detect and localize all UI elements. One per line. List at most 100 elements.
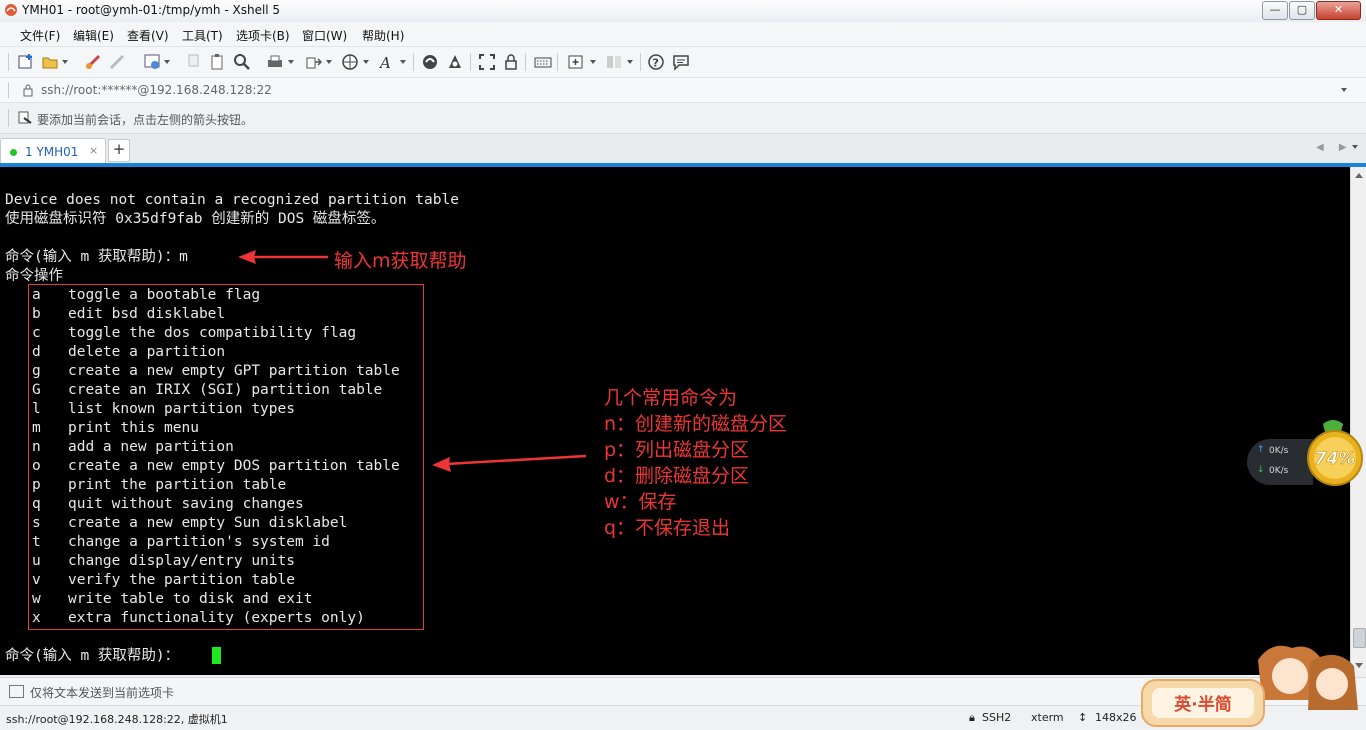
menu-tools[interactable]: 工具(T) — [182, 27, 223, 44]
open-folder-icon[interactable] — [41, 53, 59, 71]
menu-help[interactable]: 帮助(H) — [362, 27, 404, 44]
connect-icon[interactable] — [84, 53, 102, 71]
font-icon[interactable]: A — [378, 53, 396, 71]
transfer-icon[interactable] — [305, 53, 323, 71]
common-arrowhead — [432, 457, 451, 472]
globe-icon[interactable] — [341, 53, 359, 71]
toolbar-separator — [470, 53, 471, 71]
add-tab-button[interactable]: + — [108, 139, 130, 162]
keyboard-icon[interactable] — [534, 53, 552, 71]
xmanager-icon[interactable] — [446, 53, 464, 71]
usage-percent: 74% — [1315, 449, 1356, 469]
disconnect-icon[interactable] — [108, 53, 126, 71]
svg-text:?: ? — [653, 57, 659, 70]
command-option-description: change a partition's system id — [68, 534, 330, 550]
help-arrowhead — [238, 250, 256, 264]
chevron-down-icon[interactable] — [627, 60, 633, 64]
tab-close-icon[interactable]: × — [89, 144, 98, 157]
command-option-description: toggle a bootable flag — [68, 287, 261, 303]
chevron-down-icon[interactable] — [363, 60, 369, 64]
menu-view[interactable]: 查看(V) — [127, 27, 169, 44]
toolbar-separator — [640, 53, 641, 71]
chevron-down-icon[interactable] — [288, 60, 294, 64]
fullscreen-icon[interactable] — [478, 53, 496, 71]
chevron-down-icon[interactable] — [400, 60, 406, 64]
layout-icon[interactable] — [605, 53, 623, 71]
command-option-key: w — [32, 591, 41, 607]
ime-mascot[interactable]: 英·半简 — [1140, 640, 1366, 729]
minimize-button[interactable]: — — [1262, 1, 1288, 20]
chevron-down-icon[interactable] — [62, 60, 68, 64]
tab-scroll-arrows[interactable]: ◀ ▶ — [1316, 142, 1353, 153]
maximize-button[interactable]: ▢ — [1289, 1, 1315, 20]
upload-speed: 0K/s — [1269, 446, 1289, 456]
command-option-key: g — [32, 363, 41, 379]
command-option-key: b — [32, 306, 41, 322]
lock-icon — [23, 84, 33, 97]
command-option-key: x — [32, 610, 41, 626]
toolbar-separator — [557, 53, 558, 71]
window-title: YMH01 - root@ymh-01:/tmp/ymh - Xshell 5 — [22, 3, 281, 17]
session-hint-bar: 要添加当前会话，点击左侧的箭头按钮。 — [0, 103, 1366, 134]
new-tab-icon[interactable] — [567, 53, 585, 71]
xftp-icon[interactable] — [421, 53, 439, 71]
find-icon[interactable] — [233, 53, 251, 71]
tab-label: 1 YMH01 — [25, 145, 79, 159]
address-field[interactable]: ssh://root:******@192.168.248.128:22 — [41, 83, 272, 97]
title-bar: YMH01 - root@ymh-01:/tmp/ymh - Xshell 5 … — [0, 0, 1366, 23]
command-option-description: toggle the dos compatibility flag — [68, 325, 357, 341]
terminal-area[interactable]: Device does not contain a recognized par… — [0, 167, 1350, 675]
print-icon[interactable] — [266, 53, 284, 71]
menu-bar: 文件(F) 编辑(E) 查看(V) 工具(T) 选项卡(B) 窗口(W) 帮助(… — [0, 22, 1366, 47]
toolbar-separator — [8, 53, 9, 71]
command-option-key: q — [32, 496, 41, 512]
command-option-key: l — [32, 401, 41, 417]
compose-icon[interactable] — [9, 685, 24, 698]
chevron-down-icon[interactable] — [590, 60, 596, 64]
help-annotation: 输入m获取帮助 — [334, 250, 467, 272]
chat-icon[interactable] — [672, 53, 690, 71]
address-bar[interactable]: ssh://root:******@192.168.248.128:22 — [0, 78, 1366, 103]
menu-file[interactable]: 文件(F) — [20, 27, 60, 44]
close-button[interactable]: ✕ — [1316, 1, 1361, 20]
command-option-key: d — [32, 344, 41, 360]
new-session-icon[interactable] — [17, 53, 35, 71]
command-option-description: create a new empty Sun disklabel — [68, 515, 348, 531]
menu-window[interactable]: 窗口(W) — [302, 27, 347, 44]
properties-icon[interactable] — [143, 53, 161, 71]
hint-text: 要添加当前会话，点击左侧的箭头按钮。 — [37, 113, 254, 127]
menu-tabs[interactable]: 选项卡(B) — [236, 27, 290, 44]
download-arrow-icon: ↓ — [1257, 465, 1265, 475]
command-option-key: a — [32, 287, 41, 303]
command-option-key: m — [32, 420, 41, 436]
lock-icon[interactable] — [502, 53, 520, 71]
command-option-description: extra functionality (experts only) — [68, 610, 365, 626]
status-connection: ssh://root@192.168.248.128:22, 虚拟机1 — [6, 713, 228, 726]
resize-icon: ↕ — [1078, 711, 1088, 724]
compose-input[interactable]: 仅将文本发送到当前选项卡 — [30, 684, 174, 701]
common-command-q: q：不保存退出 — [604, 517, 731, 539]
chevron-down-icon[interactable] — [1341, 88, 1347, 92]
tab-menu-chevron-icon[interactable] — [1352, 145, 1358, 149]
add-session-arrow-icon[interactable] — [18, 111, 32, 125]
lock-icon: 🔒︎ — [969, 711, 975, 724]
chevron-down-icon[interactable] — [164, 60, 170, 64]
command-option-description: print the partition table — [68, 477, 287, 493]
toolbar: A ? — [0, 47, 1366, 78]
ime-mode-label: 英·半简 — [1174, 694, 1231, 715]
address-separator — [8, 82, 9, 98]
copy-icon[interactable] — [186, 53, 204, 71]
common-arrow — [445, 454, 587, 466]
command-option-description: change display/entry units — [68, 553, 295, 569]
tab-ymh01[interactable]: 1 YMH01 × — [0, 138, 106, 164]
scroll-up-icon[interactable] — [1355, 173, 1363, 178]
command-option-key: u — [32, 553, 41, 569]
help-icon[interactable]: ? — [647, 53, 665, 71]
command-option-key: o — [32, 458, 41, 474]
status-terminal-type: xterm — [1031, 711, 1064, 724]
memory-usage-ball-icon[interactable]: 74% — [1303, 418, 1363, 488]
command-option-description: delete a partition — [68, 344, 226, 360]
paste-icon[interactable] — [209, 53, 227, 71]
menu-edit[interactable]: 编辑(E) — [73, 27, 114, 44]
chevron-down-icon[interactable] — [326, 60, 332, 64]
